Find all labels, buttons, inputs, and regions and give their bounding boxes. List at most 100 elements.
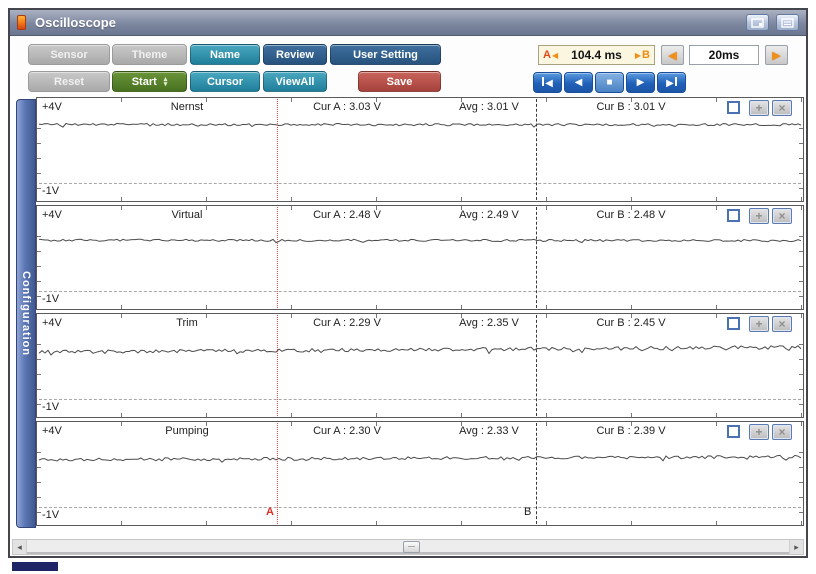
cursor-a-line[interactable]: [277, 423, 278, 524]
cursor-b-line[interactable]: [536, 423, 537, 524]
channel-add-button[interactable]: +: [749, 316, 769, 332]
app-icon: [17, 15, 26, 30]
timebase-dec-icon: ◀: [668, 49, 677, 62]
channel-add-button[interactable]: +: [749, 424, 769, 440]
timebase-decrease-button[interactable]: ◀: [661, 45, 684, 65]
channel-panel: +4V -1V Pumping Cur A : 2.30 V Avg : 2.3…: [36, 421, 804, 526]
channel-select-checkbox[interactable]: [727, 425, 740, 438]
scroll-left-icon: ◂: [17, 541, 22, 552]
average-value: Avg : 2.33 V: [459, 425, 519, 437]
collapse-window-button[interactable]: [776, 14, 799, 31]
transport-controls: ◀ ◀ ■ ▶ ▶: [533, 72, 686, 93]
configuration-tab[interactable]: Configuration: [16, 99, 36, 528]
channel-name: Virtual: [171, 209, 203, 221]
desktop-fragment: [12, 562, 58, 571]
step-back-button[interactable]: ◀: [564, 72, 593, 93]
vmin-label: -1V: [42, 185, 60, 197]
channel-close-button[interactable]: ×: [772, 424, 792, 440]
plus-icon: +: [755, 317, 763, 331]
channel-select-checkbox[interactable]: [727, 101, 740, 114]
cursor-b-value: Cur B : 2.45 V: [596, 317, 666, 329]
channel-close-button[interactable]: ×: [772, 208, 792, 224]
collapse-window-icon: [781, 17, 794, 28]
timebase-value: 20ms: [689, 45, 759, 65]
scrollbar-thumb[interactable]: [403, 541, 420, 553]
channel-area: +4V -1V Nernst Cur A : 3.03 V Avg : 3.01…: [36, 97, 804, 529]
right-ticks: [799, 114, 803, 189]
scroll-right-button[interactable]: ▸: [789, 540, 803, 554]
play-button[interactable]: ▶: [626, 72, 655, 93]
timebase-increase-button[interactable]: ▶: [765, 45, 788, 65]
left-ticks: [37, 222, 41, 297]
vmax-label: +4V: [42, 317, 62, 329]
toolbar: Sensor Theme Name Review User Setting Re…: [10, 36, 806, 96]
save-button[interactable]: Save: [358, 71, 441, 92]
scrollbar-track[interactable]: [27, 540, 789, 554]
theme-button[interactable]: Theme: [112, 44, 187, 65]
b-step-icon[interactable]: ▶: [635, 51, 641, 60]
bottom-ticks: [37, 413, 803, 417]
capture-window-icon: [751, 17, 764, 28]
a-step-icon[interactable]: ◀: [552, 51, 558, 60]
vmax-label: +4V: [42, 101, 62, 113]
waveform-trace: [38, 122, 802, 128]
cursor-b-value: Cur B : 3.01 V: [596, 101, 666, 113]
cursor-b-line[interactable]: [536, 315, 537, 416]
skip-to-end-button[interactable]: ▶: [657, 72, 686, 93]
right-ticks: [799, 438, 803, 513]
start-button[interactable]: Start ▴ ▾: [112, 71, 187, 92]
cursor-b-line[interactable]: [536, 99, 537, 200]
channel-panel: +4V -1V Virtual Cur A : 2.48 V Avg : 2.4…: [36, 205, 804, 310]
cursor-a-value: Cur A : 3.03 V: [313, 101, 381, 113]
close-icon: ×: [778, 101, 786, 115]
start-button-label: Start: [131, 75, 157, 88]
cursor-a-value: Cur A : 2.29 V: [313, 317, 381, 329]
capture-window-button[interactable]: [746, 14, 769, 31]
cursor-b-tag: B: [642, 49, 650, 61]
viewall-button[interactable]: ViewAll: [263, 71, 327, 92]
plus-icon: +: [755, 209, 763, 223]
sensor-button[interactable]: Sensor: [28, 44, 110, 65]
review-button[interactable]: Review: [263, 44, 327, 65]
left-ticks: [37, 330, 41, 405]
scroll-left-button[interactable]: ◂: [13, 540, 27, 554]
user-setting-button[interactable]: User Setting: [330, 44, 441, 65]
plus-icon: +: [755, 101, 763, 115]
cursor-b-value: Cur B : 2.48 V: [596, 209, 666, 221]
ab-delta-display: A ◀ 104.4 ms ▶ B: [538, 45, 655, 65]
average-value: Avg : 2.49 V: [459, 209, 519, 221]
stop-icon: ■: [606, 77, 613, 88]
name-button[interactable]: Name: [190, 44, 260, 65]
channel-close-button[interactable]: ×: [772, 316, 792, 332]
vmin-label: -1V: [42, 401, 60, 413]
channel-panel: +4V -1V Nernst Cur A : 3.03 V Avg : 3.01…: [36, 97, 804, 202]
minus1v-gridline: [39, 183, 801, 184]
channel-add-button[interactable]: +: [749, 208, 769, 224]
cursor-a-line[interactable]: [277, 207, 278, 308]
cursor-a-tag: A: [543, 49, 551, 61]
cursor-button[interactable]: Cursor: [190, 71, 260, 92]
channel-close-button[interactable]: ×: [772, 100, 792, 116]
cursor-a-line[interactable]: [277, 315, 278, 416]
right-ticks: [799, 222, 803, 297]
cursor-b-value: Cur B : 2.39 V: [596, 425, 666, 437]
vmax-label: +4V: [42, 425, 62, 437]
step-back-icon: ◀: [574, 77, 583, 88]
skip-to-start-button[interactable]: ◀: [533, 72, 562, 93]
cursor-a-bottom-tag: A: [266, 506, 274, 518]
horizontal-scrollbar[interactable]: ◂ ▸: [12, 539, 804, 555]
right-ticks: [799, 330, 803, 405]
skip-end-icon: ▶: [666, 77, 677, 89]
titlebar: Oscilloscope: [10, 10, 806, 36]
reset-button[interactable]: Reset: [28, 71, 110, 92]
cursor-b-line[interactable]: [536, 207, 537, 308]
channel-name: Pumping: [165, 425, 209, 437]
channel-select-checkbox[interactable]: [727, 317, 740, 330]
cursor-a-line[interactable]: [277, 99, 278, 200]
channel-select-checkbox[interactable]: [727, 209, 740, 222]
channel-add-button[interactable]: +: [749, 100, 769, 116]
start-spinner-icon[interactable]: ▴ ▾: [164, 76, 168, 88]
minus1v-gridline: [39, 507, 801, 508]
stop-button[interactable]: ■: [595, 72, 624, 93]
vmin-label: -1V: [42, 293, 60, 305]
